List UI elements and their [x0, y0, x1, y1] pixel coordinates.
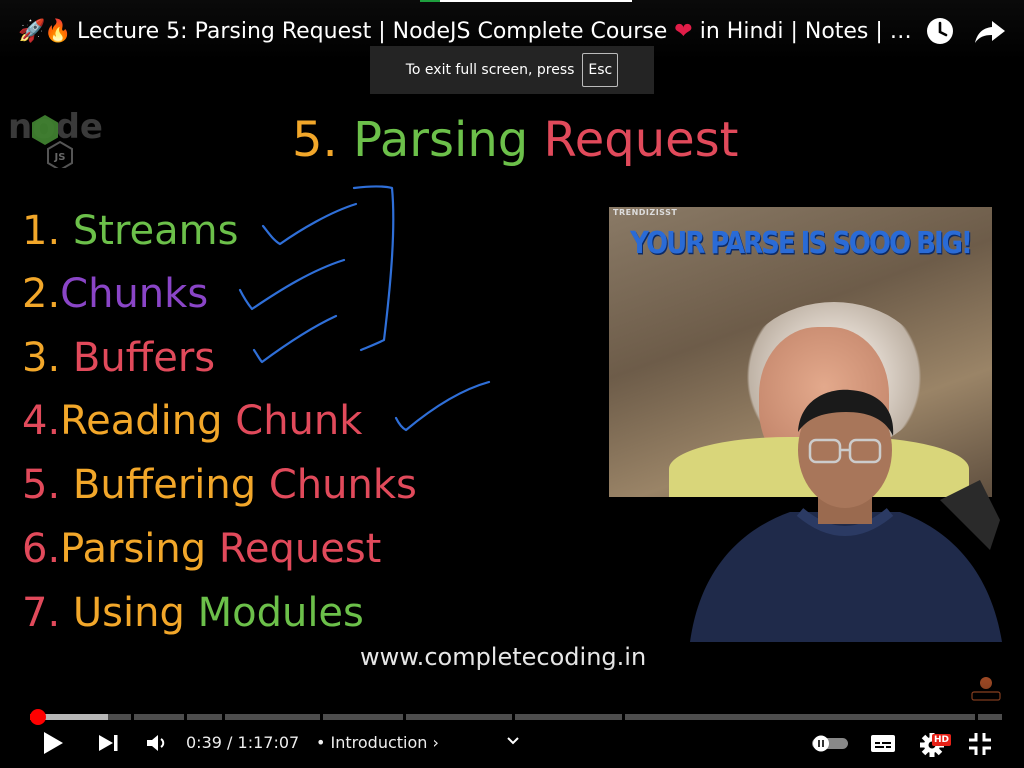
topic-item-3: 3. Buffers [22, 330, 215, 386]
nodejs-logo: node JS [8, 107, 103, 168]
topic-label: Streams [72, 208, 239, 254]
current-time: 0:39 [186, 733, 222, 752]
chapter-segment [187, 714, 222, 720]
topic-number: 5. [22, 462, 61, 508]
exit-fullscreen-button[interactable] [966, 730, 994, 758]
topic-item-5: 5. Buffering Chunks [22, 457, 417, 513]
progress-scrubber[interactable] [29, 709, 46, 725]
next-icon [99, 735, 118, 751]
volume-icon [147, 735, 165, 751]
share-arrow-icon [975, 21, 1005, 43]
chapter-title-button[interactable]: • Introduction › [316, 731, 439, 755]
topic-item-1: 1. Streams [22, 203, 238, 259]
chapter-segment [134, 714, 184, 720]
topic-number: 4. [22, 398, 61, 444]
next-video-button[interactable] [95, 728, 123, 758]
share-button[interactable] [972, 15, 1008, 47]
topic-number: 1. [22, 208, 61, 254]
rocket-emoji: 🚀 [18, 19, 46, 44]
topic-number: 7. [22, 590, 61, 636]
volume-button[interactable] [142, 728, 170, 758]
progress-bar[interactable] [29, 709, 1002, 725]
play-button[interactable] [38, 728, 68, 758]
checkmark-streams [261, 202, 358, 246]
bracket-stroke [352, 185, 395, 352]
captions-button[interactable] [868, 730, 898, 756]
topic-label: Request [218, 526, 382, 572]
chapter-segment [406, 714, 512, 720]
topic-item-7: 7. Using Modules [22, 585, 364, 641]
topic-label: Buffering [72, 462, 257, 508]
topic-item-6: 6.Parsing Request [22, 521, 381, 577]
chapter-bullet: • [316, 733, 326, 752]
top-progress-line [420, 0, 632, 2]
play-icon [44, 732, 63, 754]
esc-key-badge: Esc [582, 53, 619, 87]
autoplay-toggle[interactable] [810, 732, 850, 754]
meme-watermark: TRENDIZISST [613, 208, 678, 217]
slide-title-number: 5. [292, 112, 338, 168]
slide-title: 5. Parsing Request [292, 108, 738, 172]
topic-label: Chunk [235, 398, 363, 444]
topic-number: 6. [22, 526, 61, 572]
video-title[interactable]: 🚀🔥 Lecture 5: Parsing Request | NodeJS C… [18, 16, 918, 48]
nodejs-logo-badge: JS [54, 152, 66, 163]
autoplay-toggle-icon [812, 735, 848, 752]
checkmark-reading-chunk [394, 380, 491, 432]
chapter-segment [515, 714, 622, 720]
presenter-webcam [690, 389, 1002, 642]
chapter-chevron-icon: › [432, 733, 439, 752]
chapter-segment [625, 714, 975, 720]
video-title-suffix: in Hindi | Notes | … [699, 19, 912, 44]
topic-label: Reading [60, 398, 223, 444]
topic-number: 3. [22, 335, 61, 381]
topic-label: Modules [197, 590, 364, 636]
chevron-down-icon [507, 737, 519, 745]
checkmark-chunks [238, 258, 346, 311]
captions-icon [871, 735, 895, 752]
checkmark-buffers [252, 314, 338, 364]
topic-label: Buffers [72, 335, 216, 381]
topic-label: Parsing [60, 526, 207, 572]
meme-caption: YOUR PARSE IS SOOO BIG! [630, 226, 973, 262]
clock-icon [927, 18, 953, 44]
heart-emoji: ❤ [674, 19, 693, 44]
fullscreen-exit-toast: To exit full screen, press Esc [370, 46, 654, 94]
chapter-segment [323, 714, 403, 720]
exit-fullscreen-icon [969, 733, 991, 755]
slide-title-word-1: Parsing [353, 112, 529, 168]
topic-item-2: 2.Chunks [22, 266, 208, 322]
duration: 1:17:07 [237, 733, 300, 752]
fire-emoji: 🔥 [44, 19, 72, 44]
video-title-text: Lecture 5: Parsing Request | NodeJS Comp… [77, 19, 668, 44]
chapters-dropdown-button[interactable] [500, 728, 526, 754]
chapter-name: Introduction [330, 733, 428, 752]
hd-badge: HD [932, 734, 951, 746]
toast-message: To exit full screen, press [405, 62, 575, 78]
time-display: 0:39 / 1:17:07 [186, 731, 299, 755]
topic-label: Using [72, 590, 185, 636]
time-separator: / [227, 733, 233, 752]
topic-item-4: 4.Reading Chunk [22, 393, 362, 449]
slide-title-word-2: Request [543, 112, 739, 168]
topic-number: 2. [22, 271, 61, 317]
topic-label: Chunks [268, 462, 417, 508]
chapter-segment [225, 714, 320, 720]
chapter-segment [978, 714, 1002, 720]
watch-later-button[interactable] [924, 15, 956, 47]
topic-label: Chunks [60, 271, 209, 317]
